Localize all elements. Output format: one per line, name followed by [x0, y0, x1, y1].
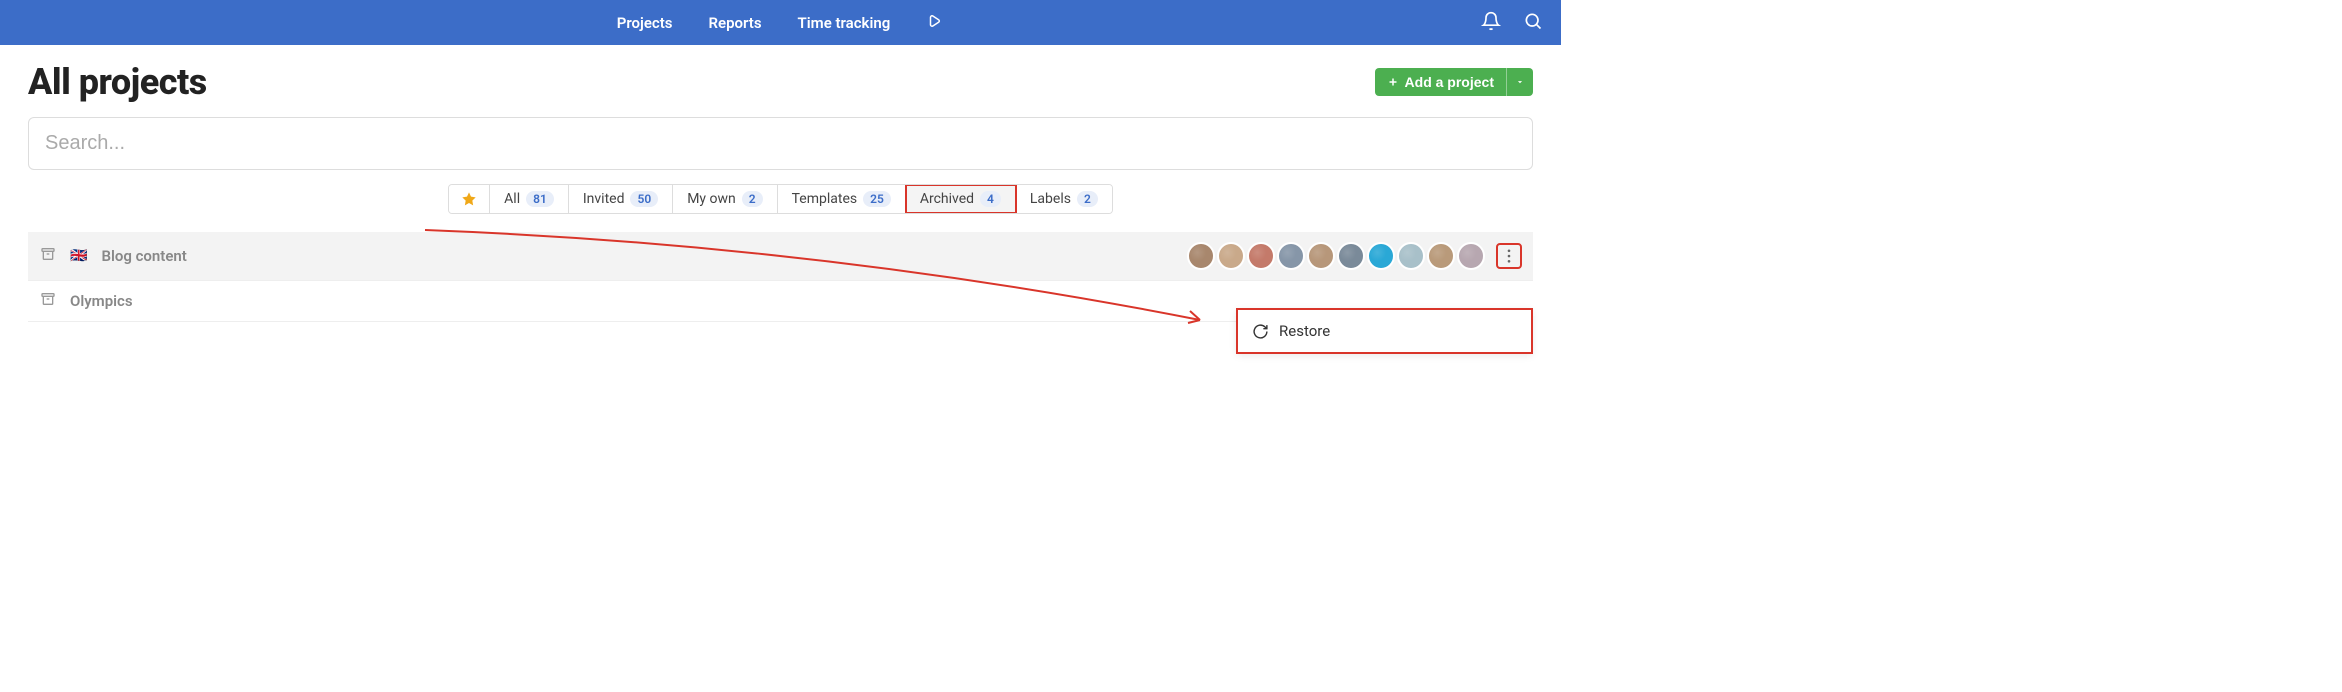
kebab-menu-button[interactable]: [1497, 244, 1521, 268]
play-icon[interactable]: [926, 12, 944, 34]
filter-labels-count: 2: [1077, 191, 1098, 207]
project-row-blog-content[interactable]: 🇬🇧 Blog content: [28, 232, 1533, 281]
filter-templates-label: Templates: [792, 191, 858, 207]
top-right-icons: [1481, 11, 1543, 35]
dots-vertical-icon: [1507, 249, 1511, 263]
top-bar: Projects Reports Time tracking: [0, 0, 1561, 45]
filter-invited-count: 50: [630, 191, 658, 207]
top-nav: Projects Reports Time tracking: [617, 12, 945, 34]
archive-icon: [40, 291, 56, 311]
avatar[interactable]: [1457, 242, 1485, 270]
filter-labels[interactable]: Labels 2: [1016, 185, 1112, 213]
filter-invited[interactable]: Invited 50: [569, 185, 673, 213]
search-input[interactable]: [45, 132, 1516, 155]
page-title: All projects: [28, 61, 207, 103]
filter-my-own-count: 2: [742, 191, 763, 207]
filter-all-label: All: [504, 191, 520, 207]
filter-archived-label: Archived: [920, 191, 974, 207]
project-flag: 🇬🇧: [70, 248, 87, 264]
add-project-dropdown-button[interactable]: [1506, 68, 1533, 96]
context-menu: Restore: [1237, 309, 1532, 353]
filter-labels-label: Labels: [1030, 191, 1071, 207]
avatar[interactable]: [1217, 242, 1245, 270]
add-project-group: Add a project: [1375, 68, 1533, 96]
main-content: All projects Add a project All 81 Invite…: [0, 45, 1561, 322]
add-project-label: Add a project: [1405, 74, 1494, 90]
avatar[interactable]: [1367, 242, 1395, 270]
avatar[interactable]: [1247, 242, 1275, 270]
filter-templates[interactable]: Templates 25: [778, 185, 906, 213]
restore-label: Restore: [1279, 322, 1330, 340]
search-box[interactable]: [28, 117, 1533, 170]
filter-favorites[interactable]: [449, 185, 490, 213]
project-avatars: [1185, 242, 1485, 270]
project-name: Olympics: [70, 292, 133, 310]
add-project-button[interactable]: Add a project: [1375, 68, 1506, 96]
filter-tabs: All 81 Invited 50 My own 2 Templates 25 …: [28, 184, 1533, 214]
avatar[interactable]: [1427, 242, 1455, 270]
bell-icon[interactable]: [1481, 11, 1501, 35]
avatar[interactable]: [1277, 242, 1305, 270]
nav-time-tracking[interactable]: Time tracking: [798, 14, 891, 32]
star-icon: [461, 191, 477, 207]
nav-projects[interactable]: Projects: [617, 14, 673, 32]
restore-menu-item[interactable]: Restore: [1238, 310, 1531, 352]
filter-archived-count: 4: [980, 191, 1001, 207]
filter-archived[interactable]: Archived 4: [906, 185, 1016, 213]
header-row: All projects Add a project: [28, 61, 1533, 103]
avatar[interactable]: [1307, 242, 1335, 270]
avatar[interactable]: [1337, 242, 1365, 270]
avatar[interactable]: [1187, 242, 1215, 270]
filter-my-own-label: My own: [687, 191, 736, 207]
avatar[interactable]: [1397, 242, 1425, 270]
filter-all-count: 81: [526, 191, 554, 207]
filter-all[interactable]: All 81: [490, 185, 569, 213]
project-name: Blog content: [101, 247, 186, 265]
archive-icon: [40, 246, 56, 266]
filter-invited-label: Invited: [583, 191, 625, 207]
restore-icon: [1252, 323, 1269, 340]
search-icon[interactable]: [1523, 11, 1543, 35]
filter-my-own[interactable]: My own 2: [673, 185, 777, 213]
nav-reports[interactable]: Reports: [709, 14, 762, 32]
filter-templates-count: 25: [863, 191, 891, 207]
